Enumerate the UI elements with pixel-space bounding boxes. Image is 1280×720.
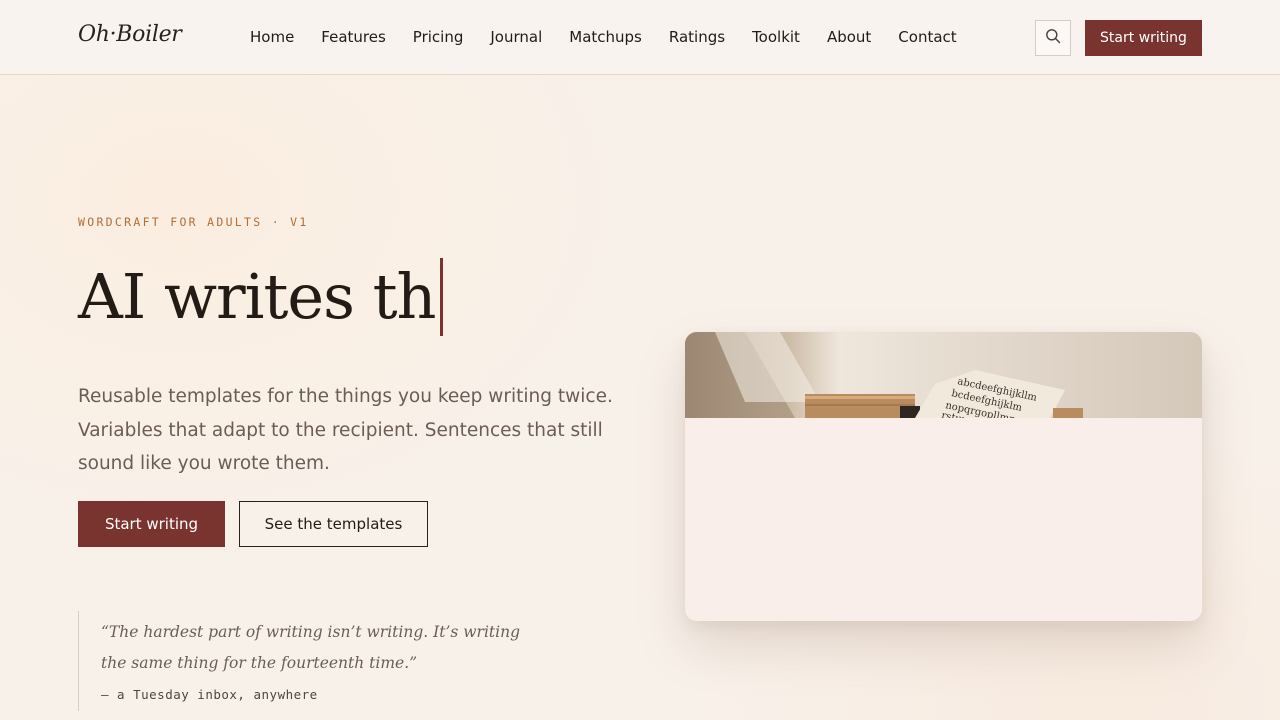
site-header: Oh·Boiler Home Features Pricing Journal … — [0, 0, 1280, 75]
hero-eyebrow: WORDCRAFT FOR ADULTS · V1 — [78, 215, 309, 229]
main-nav: Home Features Pricing Journal Matchups R… — [250, 28, 984, 48]
nav-contact[interactable]: Contact — [898, 28, 956, 48]
search-icon — [1045, 28, 1061, 48]
nav-journal[interactable]: Journal — [490, 28, 542, 48]
nav-toolkit[interactable]: Toolkit — [752, 28, 800, 48]
preview-card: abcdeefghijkllm bcdeefghijklm nopqrgopll… — [685, 332, 1202, 621]
hero-headline-text: AI writes th — [78, 260, 436, 333]
nav-matchups[interactable]: Matchups — [569, 28, 642, 48]
typewriter-illustration: abcdeefghijkllm bcdeefghijklm nopqrgopll… — [685, 332, 1202, 418]
typing-caret — [439, 258, 443, 336]
hero-headline: AI writes th — [78, 256, 443, 338]
nav-home[interactable]: Home — [250, 28, 294, 48]
testimonial-quote: “The hardest part of writing isn’t writi… — [78, 611, 520, 711]
quote-attribution: — a Tuesday inbox, anywhere — [101, 687, 318, 702]
header-start-writing-button[interactable]: Start writing — [1085, 20, 1202, 56]
hero-subheading: Reusable templates for the things you ke… — [78, 386, 613, 474]
nav-pricing[interactable]: Pricing — [413, 28, 464, 48]
see-templates-button[interactable]: See the templates — [239, 501, 428, 547]
search-button[interactable] — [1035, 20, 1071, 56]
nav-about[interactable]: About — [827, 28, 871, 48]
nav-ratings[interactable]: Ratings — [669, 28, 725, 48]
start-writing-button[interactable]: Start writing — [78, 501, 225, 547]
typewriter-photo: abcdeefghijkllm bcdeefghijklm nopqrgopll… — [685, 332, 1202, 418]
nav-features[interactable]: Features — [321, 28, 386, 48]
quote-text: “The hardest part of writing isn’t writi… — [101, 623, 520, 672]
brand-logo[interactable]: Oh·Boiler — [78, 22, 182, 47]
